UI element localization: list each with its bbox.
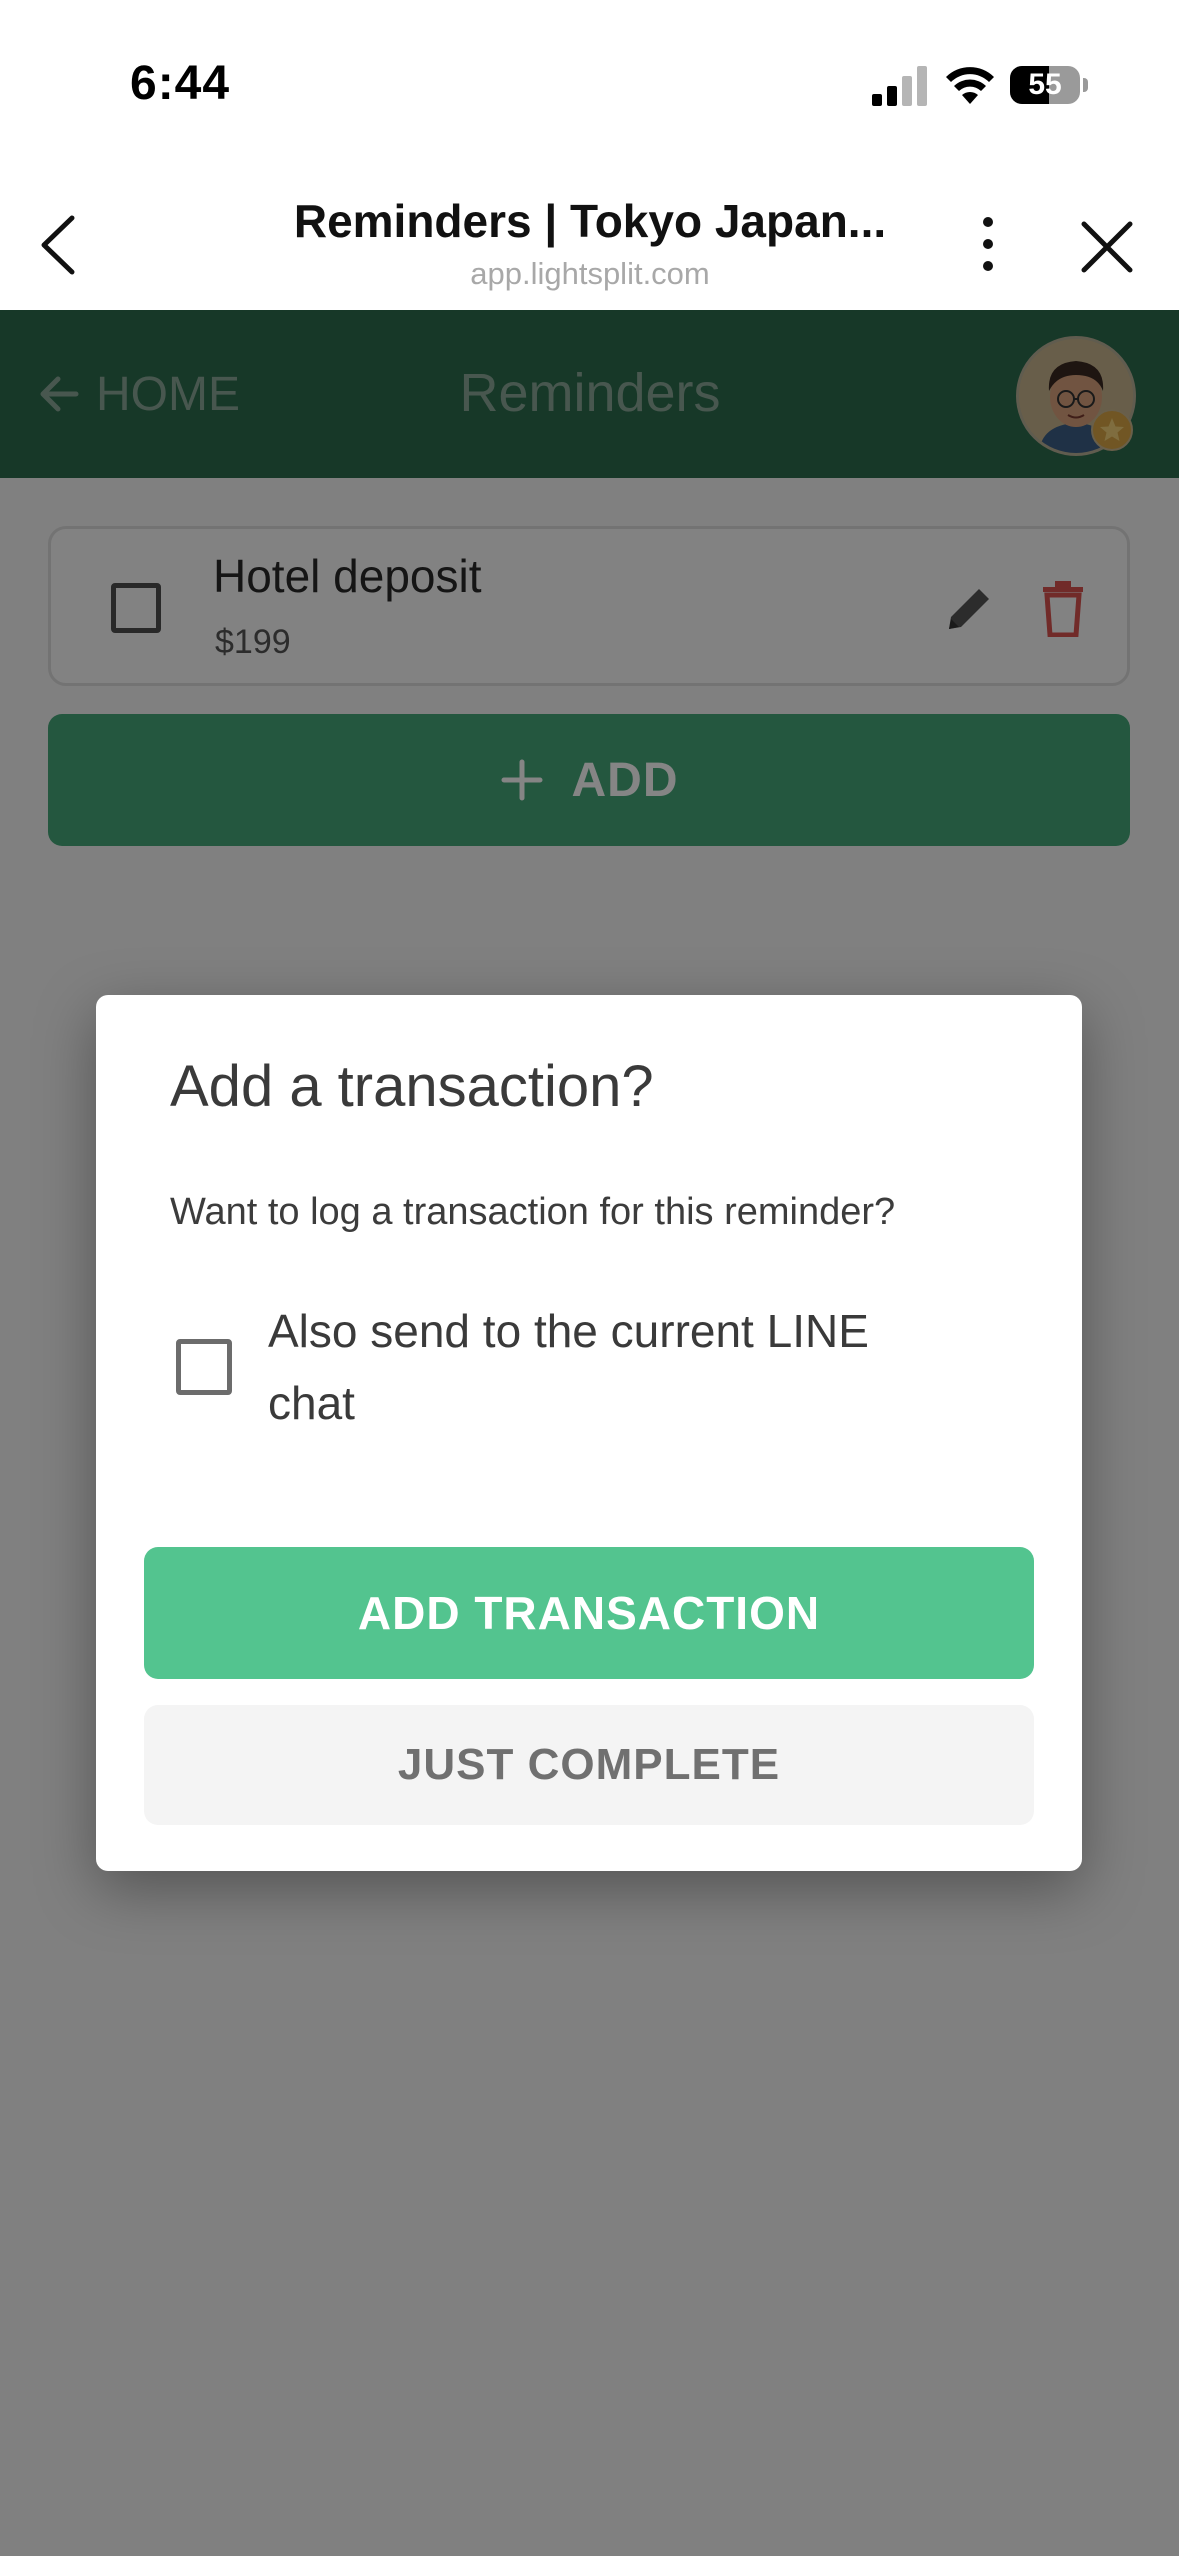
just-complete-button[interactable]: JUST COMPLETE <box>144 1705 1034 1825</box>
send-to-line-checkbox[interactable] <box>176 1339 232 1395</box>
browser-page-title: Reminders | Tokyo Japan... <box>293 195 887 247</box>
add-transaction-button[interactable]: ADD TRANSACTION <box>144 1547 1034 1679</box>
back-chevron-icon[interactable] <box>36 214 80 276</box>
battery-level: 55 <box>1028 68 1062 101</box>
battery-icon: 55 <box>1010 66 1088 106</box>
add-transaction-dialog: Add a transaction? Want to log a transac… <box>96 995 1082 1871</box>
send-to-line-label[interactable]: Also send to the current LINE chat <box>268 1295 968 1439</box>
browser-bar: Reminders | Tokyo Japan... app.lightspli… <box>0 170 1179 310</box>
cellular-signal-icon <box>872 66 927 106</box>
dialog-title: Add a transaction? <box>170 1054 654 1119</box>
status-bar: 6:44 55 <box>0 0 1179 170</box>
more-vertical-icon[interactable] <box>970 214 1006 274</box>
dialog-message: Want to log a transaction for this remin… <box>170 1191 896 1233</box>
wifi-icon <box>946 67 994 104</box>
browser-url: app.lightsplit.com <box>470 256 710 291</box>
page: 6:44 55 Reminders | Tokyo Japan... app.l… <box>0 0 1179 2556</box>
status-time: 6:44 <box>130 57 231 110</box>
close-icon[interactable] <box>1078 218 1136 276</box>
